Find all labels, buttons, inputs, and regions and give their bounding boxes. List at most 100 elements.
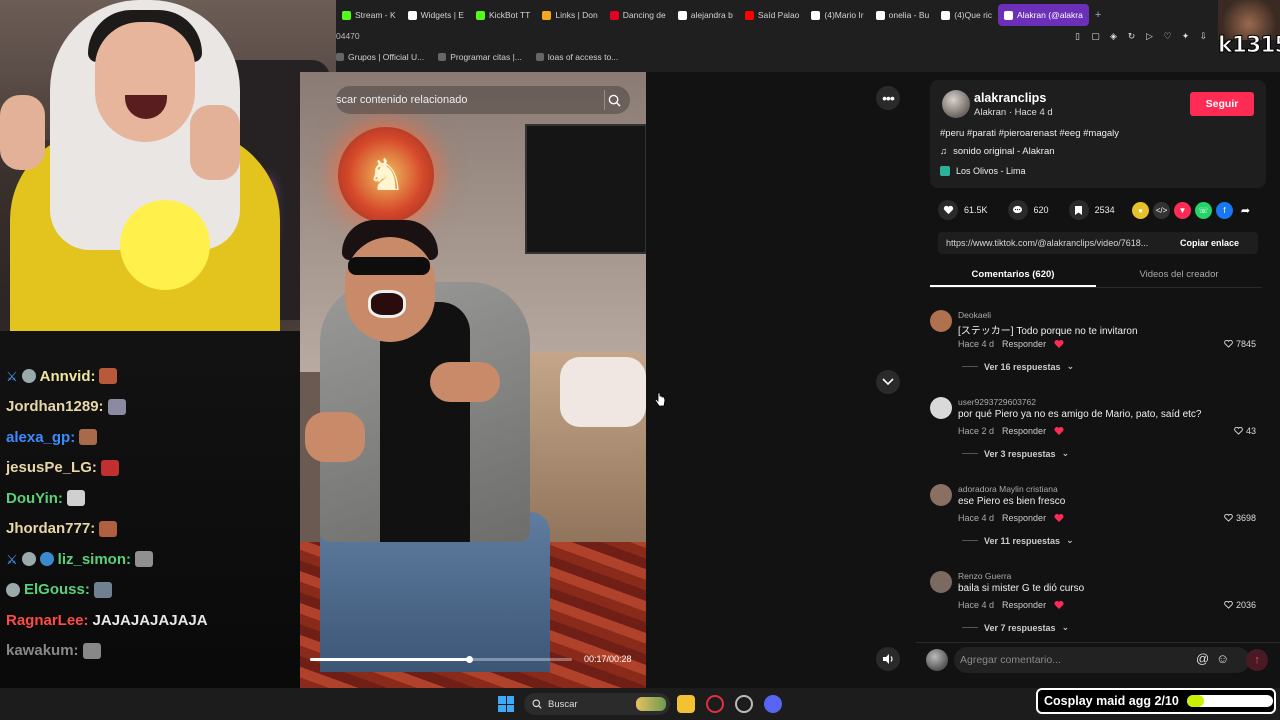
chat-username[interactable]: ElGouss: [24,581,90,598]
chat-username[interactable]: liz_simon: [58,551,131,568]
mod-badge-icon [21,552,36,567]
reply-button[interactable]: Responder [1002,339,1046,349]
comment-action[interactable]: 620 [1007,200,1049,220]
download-icon[interactable]: ⇩ [1197,30,1210,43]
save-action[interactable]: 2534 [1068,200,1115,220]
browser-tab[interactable]: (4)Que ric [935,4,998,26]
mod-badge-icon [21,369,36,384]
heart-icon[interactable]: ♡ [1161,30,1174,43]
view-replies-button[interactable]: Ver 11 respuestas ⌄ [962,535,1074,546]
view-replies-button[interactable]: Ver 3 respuestas ⌄ [962,448,1069,459]
more-options-button[interactable]: ••• [876,86,900,110]
chat-username[interactable]: Jhordan777: [6,520,95,537]
comment-like-button[interactable]: 7845 [1224,339,1256,349]
browser-tab[interactable]: onelia - Bu [870,4,936,26]
avatar[interactable] [942,90,970,118]
view-replies-button[interactable]: Ver 7 respuestas ⌄ [962,622,1069,633]
tab-comments[interactable]: Comentarios (620) [930,264,1096,287]
comment-username[interactable]: Renzo Guerra [958,571,1011,581]
avatar[interactable] [930,310,952,332]
windows-start-icon[interactable] [498,696,514,712]
opera-icon[interactable] [706,695,724,713]
avatar [926,649,948,671]
view-replies-button[interactable]: Ver 16 respuestas ⌄ [962,361,1074,372]
discord-icon[interactable] [764,695,782,713]
new-tab-button[interactable]: + [1089,9,1107,21]
shield-icon[interactable]: ◈ [1107,30,1120,43]
search-icon [532,699,542,709]
taskbar-search[interactable]: Buscar [524,693,670,715]
location-tag[interactable]: Los Olivos - Lima [940,166,1026,176]
browser-tab[interactable]: alejandra b [672,4,739,26]
chat-username[interactable]: RagnarLee: [6,612,89,629]
reply-button[interactable]: Responder [1002,426,1046,436]
link-box: https://www.tiktok.com/@alakranclips/vid… [938,232,1258,254]
bookmark-icon[interactable]: ▯ [1071,30,1084,43]
browser-tab[interactable]: Stream - K [336,4,402,26]
browser-tab[interactable]: KickBot TT [470,4,536,26]
tab-creator-videos[interactable]: Videos del creador [1096,264,1262,287]
copy-link-button[interactable]: Copiar enlace [1174,238,1239,248]
video-progress-bar[interactable] [310,656,572,663]
embed-icon[interactable]: </> [1153,202,1170,219]
bookmark-item[interactable]: Programar citas |... [438,52,522,62]
avatar[interactable] [930,484,952,506]
post-caption[interactable]: #peru #parati #pieroarenast #eeg #magaly [940,128,1119,139]
next-video-button[interactable] [876,370,900,394]
browser-tab[interactable]: Dancing de [604,4,672,26]
comment-username[interactable]: user9293729603762 [958,397,1036,407]
coin-icon[interactable]: ● [1132,202,1149,219]
send-icon[interactable]: ▼ [1174,202,1191,219]
steam-icon[interactable] [735,695,753,713]
follow-button[interactable]: Seguir [1190,92,1254,116]
play-icon[interactable]: ▷ [1143,30,1156,43]
whatsapp-icon[interactable]: ☏ [1195,202,1212,219]
bookmark-item[interactable]: Grupos | Official U... [336,52,424,62]
comment-username[interactable]: adoradora Maylin cristiana [958,484,1058,494]
video-player[interactable]: ♞ 00:17/00:28 [300,72,646,688]
video-link[interactable]: https://www.tiktok.com/@alakranclips/vid… [938,238,1174,248]
chat-username[interactable]: kawakum: [6,642,79,659]
tab-favicon-icon [677,10,687,20]
url-fragment: 04470 [336,31,360,41]
browser-tab[interactable]: Links | Don [536,4,603,26]
browser-tab[interactable]: (4)Mario Ir [805,4,869,26]
browser-tab[interactable]: Widgets | E [402,4,470,26]
emoji-icon[interactable]: ☺ [1216,651,1229,666]
comment-username[interactable]: Deokaeli [958,310,991,320]
tab-favicon-icon [342,10,351,20]
video-progress-knob[interactable] [466,656,474,663]
extensions-icon[interactable]: ✦ [1179,30,1192,43]
chat-username[interactable]: DouYin: [6,490,63,507]
divider [962,627,978,628]
mention-icon[interactable]: @ [1196,651,1209,666]
browser-tab[interactable]: Saíd Palao [739,4,806,26]
send-comment-button[interactable]: ↑ [1246,649,1268,671]
like-action[interactable]: 61.5K [938,200,988,220]
heart-icon [938,200,958,220]
screenshot-icon[interactable]: ▢ [1089,30,1102,43]
sound-link[interactable]: ♫ sonido original - Alakran [940,146,1055,157]
chat-username[interactable]: Jordhan1289: [6,398,104,415]
comment-like-button[interactable]: 2036 [1224,600,1256,610]
avatar[interactable] [930,571,952,593]
creator-liked-icon [1054,601,1064,609]
chat-username[interactable]: jesusPe_LG: [6,459,97,476]
reply-button[interactable]: Responder [1002,513,1046,523]
reply-button[interactable]: Responder [1002,600,1046,610]
chat-username[interactable]: alexa_gp: [6,429,75,446]
facebook-icon[interactable]: f [1216,202,1233,219]
comment-like-button[interactable]: 3698 [1224,513,1256,523]
comment-like-button[interactable]: 43 [1234,426,1256,436]
reload-icon[interactable]: ↻ [1125,30,1138,43]
avatar[interactable] [930,397,952,419]
author-name[interactable]: alakranclips [974,91,1046,105]
volume-button[interactable] [876,647,900,671]
chat-username[interactable]: Annvid: [40,368,96,385]
bookmark-item[interactable]: loas of access to... [535,52,618,62]
share-arrow-icon[interactable]: ➦ [1237,202,1254,219]
browser-tab[interactable]: Alakran (@alakra [998,4,1089,26]
search-icon[interactable] [604,90,624,110]
file-explorer-icon[interactable] [677,695,695,713]
search-input[interactable] [336,94,586,106]
